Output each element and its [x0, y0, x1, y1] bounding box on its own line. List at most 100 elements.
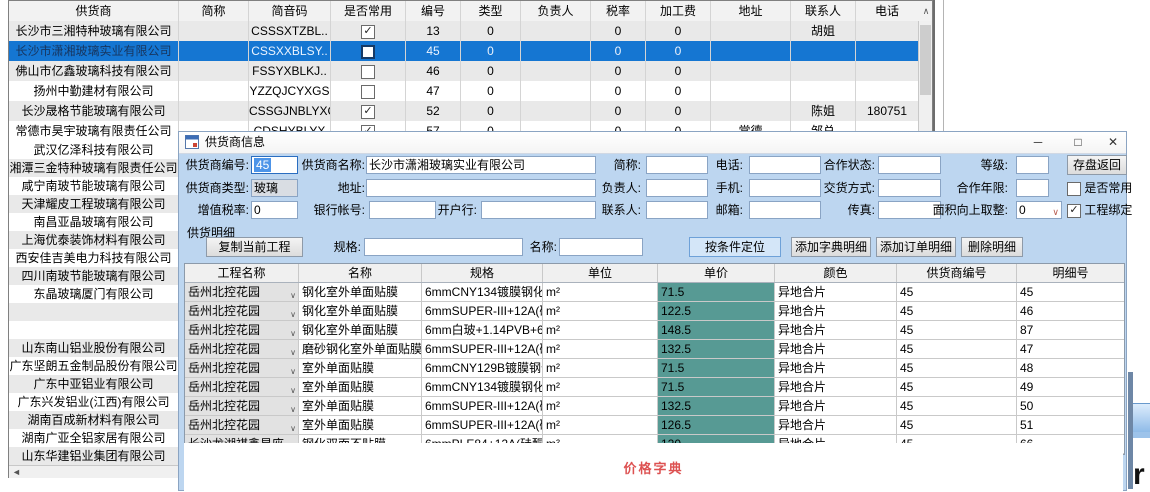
locate-by-condition-button[interactable]: 按条件定位	[689, 237, 781, 257]
project-combobox[interactable]: 岳州北控花园∨	[185, 340, 299, 358]
common-checkbox[interactable]	[361, 85, 375, 99]
detail-row[interactable]: 岳州北控花园∨ 室外单面贴膜 6mmCNY134镀膜钢化 m² 71.5 异地合…	[185, 378, 1124, 397]
table-row[interactable]: 长沙晟格节能玻璃有限公司 CSSGJNBLYXGS 52 0 0 0 陈姐 18…	[9, 101, 932, 122]
manager-field[interactable]	[646, 179, 708, 197]
chevron-down-icon: ∨	[290, 420, 296, 434]
cell-common	[331, 61, 406, 81]
col-header-manager[interactable]: 负责人	[521, 1, 591, 21]
common-use-checkbox[interactable]: 是否常用	[1067, 179, 1132, 197]
add-order-detail-button[interactable]: 添加订单明细	[876, 237, 956, 257]
table-row[interactable]: 佛山市亿鑫玻璃科技有限公司 FSSYXBLKJ.. 46 0 0 0	[9, 61, 932, 82]
cell-code: CSSSXTZBL..	[249, 21, 331, 41]
spec-filter-label: 规格:	[327, 238, 361, 256]
common-checkbox[interactable]	[361, 25, 375, 39]
project-combobox[interactable]: 岳州北控花园∨	[185, 416, 299, 434]
price-cell[interactable]: 126.5	[658, 416, 775, 434]
area-round-combobox[interactable]: 0∨	[1016, 201, 1062, 219]
address-field[interactable]	[366, 179, 596, 197]
table-row-selected[interactable]: 长沙市潇湘玻璃实业有限公司 CSSXXBLSY.. 45 0 0 0	[9, 41, 932, 62]
col-header-fee[interactable]: 加工费	[646, 1, 711, 21]
col-header-tax[interactable]: 税率	[591, 1, 646, 21]
supplier-name-field[interactable]: 长沙市潇湘玻璃实业有限公司	[366, 156, 596, 174]
supplier-type-field[interactable]: 玻璃	[251, 179, 298, 197]
detail-row[interactable]: 岳州北控花园∨ 钢化室外单面贴膜 6mmCNY134镀膜钢化 m² 71.5 异…	[185, 283, 1124, 302]
col-header-contact[interactable]: 联系人	[791, 1, 856, 21]
coop-years-field[interactable]	[1016, 179, 1049, 197]
price-cell[interactable]: 71.5	[658, 283, 775, 301]
detail-row[interactable]: 岳州北控花园∨ 钢化室外单面贴膜 6mm白玻+1.14PVB+6mm... m²…	[185, 321, 1124, 340]
name-filter-field[interactable]	[559, 238, 643, 256]
table-row[interactable]: 长沙市三湘特种玻璃有限公司 CSSSXTZBL.. 13 0 0 0 胡姐	[9, 21, 932, 42]
col-header-color[interactable]: 颜色	[775, 264, 897, 282]
col-header-id[interactable]: 编号	[406, 1, 461, 21]
detail-row[interactable]: 岳州北控花园∨ 钢化室外单面贴膜 6mmSUPER-III+12A(硅... m…	[185, 302, 1124, 321]
scrollbar-thumb[interactable]	[920, 25, 931, 95]
bank-name-field[interactable]	[481, 201, 596, 219]
col-header-address[interactable]: 地址	[711, 1, 791, 21]
col-header-unit[interactable]: 单位	[543, 264, 658, 282]
delete-detail-button[interactable]: 删除明细	[961, 237, 1023, 257]
col-header-detail-no[interactable]: 明细号	[1017, 264, 1124, 282]
cell-common	[331, 41, 406, 61]
col-header-phone[interactable]: 电话	[856, 1, 918, 21]
col-header-code[interactable]: 简音码	[249, 1, 331, 21]
col-header-short-name[interactable]: 简称	[179, 1, 249, 21]
bank-account-field[interactable]	[369, 201, 436, 219]
cell-address	[711, 101, 791, 121]
col-header-supplier[interactable]: 供货商	[9, 1, 179, 21]
price-cell[interactable]: 71.5	[658, 378, 775, 396]
common-checkbox[interactable]	[361, 65, 375, 79]
close-button[interactable]: ✕	[1099, 132, 1127, 153]
copy-current-project-button[interactable]: 复制当前工程	[206, 237, 303, 257]
project-combobox[interactable]: 岳州北控花园∨	[185, 359, 299, 377]
scroll-up-icon[interactable]: ∧	[920, 4, 932, 18]
price-cell[interactable]: 71.5	[658, 359, 775, 377]
col-header-name[interactable]: 名称	[299, 264, 422, 282]
add-dictionary-detail-button[interactable]: 添加字典明细	[791, 237, 871, 257]
col-header-common[interactable]: 是否常用	[331, 1, 406, 21]
common-checkbox[interactable]	[361, 45, 375, 59]
phone-field[interactable]	[749, 156, 821, 174]
price-cell[interactable]: 122.5	[658, 302, 775, 320]
col-header-supplier-no[interactable]: 供货商编号	[897, 264, 1017, 282]
table-row[interactable]: 扬州中勤建材有限公司 YZZQJCYXGS 47 0 0 0	[9, 81, 932, 102]
short-name-field[interactable]	[646, 156, 708, 174]
detail-row[interactable]: 岳州北控花园∨ 室外单面贴膜 6mmSUPER-III+12A(硅... m² …	[185, 397, 1124, 416]
cell-supplier: 长沙市三湘特种玻璃有限公司	[9, 21, 179, 41]
col-header-type[interactable]: 类型	[461, 1, 521, 21]
cell-short-name	[179, 21, 249, 41]
detail-row[interactable]: 岳州北控花园∨ 室外单面贴膜 6mmSUPER-III+12A(硅... m² …	[185, 416, 1124, 435]
grade-field[interactable]	[1016, 156, 1049, 174]
cell-fee: 0	[646, 81, 711, 101]
maximize-button[interactable]: □	[1064, 132, 1092, 153]
save-return-button[interactable]: 存盘返回	[1067, 155, 1127, 175]
col-header-spec[interactable]: 规格	[422, 264, 543, 282]
detail-row[interactable]: 岳州北控花园∨ 室外单面贴膜 6mmCNY129B镀膜钢化 m² 71.5 异地…	[185, 359, 1124, 378]
project-combobox[interactable]: 岳州北控花园∨	[185, 283, 299, 301]
col-header-price[interactable]: 单价	[658, 264, 775, 282]
project-combobox[interactable]: 岳州北控花园∨	[185, 397, 299, 415]
vat-rate-field[interactable]: 0	[251, 201, 298, 219]
project-combobox[interactable]: 岳州北控花园∨	[185, 378, 299, 396]
email-field[interactable]	[749, 201, 821, 219]
minimize-button[interactable]: ─	[1024, 132, 1052, 153]
scroll-left-icon[interactable]: ◄	[12, 466, 21, 479]
price-cell[interactable]: 148.5	[658, 321, 775, 339]
col-header-project[interactable]: 工程名称	[185, 264, 299, 282]
dialog-titlebar[interactable]: 供货商信息 ─ □ ✕	[179, 132, 1126, 154]
detail-row[interactable]: 岳州北控花园∨ 磨砂钢化室外单面贴膜 6mmSUPER-III+12A(硅...…	[185, 340, 1124, 359]
contact-field[interactable]	[646, 201, 708, 219]
supplier-no-field[interactable]: 45	[251, 156, 298, 174]
price-cell[interactable]: 132.5	[658, 397, 775, 415]
common-checkbox[interactable]	[361, 105, 375, 119]
cell-fee: 0	[646, 61, 711, 81]
mobile-field[interactable]	[749, 179, 821, 197]
cell-supplier: 佛山市亿鑫玻璃科技有限公司	[9, 61, 179, 81]
price-cell[interactable]: 132.5	[658, 340, 775, 358]
project-combobox[interactable]: 岳州北控花园∨	[185, 302, 299, 320]
manager-label: 负责人:	[599, 179, 641, 197]
coop-status-field[interactable]	[878, 156, 941, 174]
project-combobox[interactable]: 岳州北控花园∨	[185, 321, 299, 339]
project-bind-checkbox[interactable]: 工程绑定	[1067, 201, 1132, 219]
spec-filter-field[interactable]	[364, 238, 523, 256]
